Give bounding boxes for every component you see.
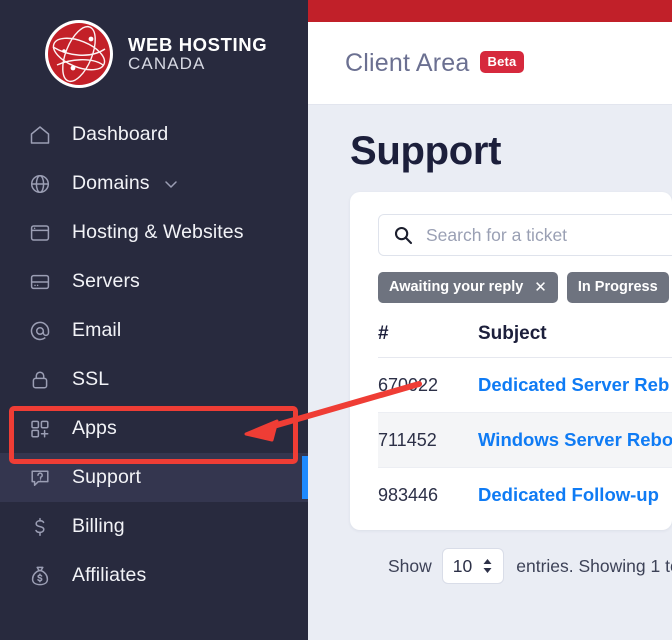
- sidebar-item-label: Domains: [72, 172, 150, 194]
- sidebar-item-domains[interactable]: Domains: [0, 159, 308, 208]
- column-header-subject: Subject: [478, 323, 547, 344]
- sidebar-item-label: Apps: [72, 417, 117, 439]
- close-icon[interactable]: ✕: [534, 280, 547, 295]
- server-icon: [28, 270, 58, 294]
- filter-chip-label: In Progress: [577, 279, 658, 295]
- dollar-icon: [28, 515, 58, 539]
- main-area: Client Area Beta Support Search for a ti…: [308, 0, 672, 640]
- home-icon: [28, 123, 58, 147]
- client-area-label: Client Area: [345, 48, 470, 77]
- table-row[interactable]: 670022 Dedicated Server Reb: [378, 358, 672, 413]
- window-icon: [28, 221, 58, 245]
- sidebar-item-servers[interactable]: Servers: [0, 257, 308, 306]
- sidebar-item-support[interactable]: Support: [0, 453, 308, 502]
- chevron-down-icon[interactable]: [162, 175, 180, 193]
- globe-network-logo-icon: [48, 23, 110, 85]
- money-bag-icon: [28, 564, 58, 588]
- sidebar-item-label: Hosting & Websites: [72, 221, 244, 243]
- top-accent-bar: [308, 0, 672, 22]
- sidebar-item-label: Affiliates: [72, 564, 147, 586]
- sidebar-item-dashboard[interactable]: Dashboard: [0, 110, 308, 159]
- filter-chip-awaiting-your-reply[interactable]: Awaiting your reply ✕: [378, 272, 558, 303]
- sidebar-item-label: SSL: [72, 368, 110, 390]
- card-inner: Awaiting your reply ✕ In Progress # Subj…: [350, 192, 672, 522]
- search-box[interactable]: [378, 214, 672, 256]
- brand-line-2: CANADA: [128, 53, 206, 73]
- sidebar-item-billing[interactable]: Billing: [0, 502, 308, 551]
- apps-add-icon: [28, 417, 58, 441]
- entries-per-page-value: 10: [452, 555, 473, 576]
- ticket-number: 711452: [378, 429, 437, 450]
- sidebar-item-label: Support: [72, 466, 141, 488]
- lock-icon: [28, 368, 58, 392]
- tickets-table: # Subject 670022 Dedicated Server Reb 71…: [378, 323, 672, 522]
- filter-chip-in-progress[interactable]: In Progress: [566, 272, 669, 303]
- sidebar-item-affiliates[interactable]: Affiliates: [0, 551, 308, 600]
- chat-help-icon: [28, 466, 58, 490]
- filter-chip-label: Awaiting your reply: [389, 279, 524, 295]
- table-row[interactable]: 711452 Windows Server Rebo: [378, 413, 672, 468]
- ticket-subject-link[interactable]: Dedicated Server Reb: [478, 374, 672, 396]
- app-header: Client Area Beta: [308, 22, 672, 105]
- stepper-arrows-icon[interactable]: [482, 558, 493, 574]
- sidebar-item-label: Billing: [72, 515, 125, 537]
- table-header-row: # Subject: [378, 323, 672, 358]
- page-header-title: Client Area Beta: [345, 48, 525, 78]
- table-footer: Show 10 entries. Showing 1 to 3 of 3 e: [388, 548, 672, 584]
- page-title: Support: [350, 129, 502, 173]
- sidebar-item-ssl[interactable]: SSL: [0, 355, 308, 404]
- sidebar-item-label: Email: [72, 319, 122, 341]
- search-icon: [393, 225, 413, 245]
- brand-text: WEB HOSTING CANADA: [128, 33, 268, 73]
- ticket-subject-link[interactable]: Windows Server Rebo: [478, 429, 672, 451]
- at-icon: [28, 319, 58, 343]
- globe-icon: [28, 172, 58, 196]
- entries-summary-text: entries. Showing 1 to 3 of 3 e: [516, 555, 672, 576]
- filter-chips: Awaiting your reply ✕ In Progress: [378, 272, 672, 303]
- sidebar-item-label: Servers: [72, 270, 140, 292]
- content-area: Support Awaiting y: [308, 105, 672, 640]
- sidebar-item-hosting-websites[interactable]: Hosting & Websites: [0, 208, 308, 257]
- active-indicator-bar: [302, 456, 308, 499]
- brand-line-1: WEB HOSTING: [128, 33, 268, 55]
- column-header-number: #: [378, 323, 389, 344]
- app-root: WEB HOSTING CANADA Dashboard Domains Hos…: [0, 0, 672, 640]
- table-row[interactable]: 983446 Dedicated Follow-up: [378, 468, 672, 522]
- sidebar: WEB HOSTING CANADA Dashboard Domains Hos…: [0, 0, 308, 640]
- sidebar-nav: Dashboard Domains Hosting & Websites Ser…: [0, 110, 308, 600]
- search-input[interactable]: [424, 223, 672, 247]
- support-tickets-card: Awaiting your reply ✕ In Progress # Subj…: [350, 192, 672, 530]
- ticket-number: 670022: [378, 374, 439, 395]
- sidebar-item-apps[interactable]: Apps: [0, 404, 308, 453]
- sidebar-item-email[interactable]: Email: [0, 306, 308, 355]
- show-label: Show: [388, 555, 432, 576]
- sidebar-item-label: Dashboard: [72, 123, 169, 145]
- ticket-number: 983446: [378, 484, 439, 505]
- beta-badge: Beta: [479, 50, 525, 73]
- entries-per-page-select[interactable]: 10: [441, 548, 505, 584]
- ticket-subject-link[interactable]: Dedicated Follow-up: [478, 484, 672, 506]
- brand-logo[interactable]: WEB HOSTING CANADA: [0, 0, 308, 86]
